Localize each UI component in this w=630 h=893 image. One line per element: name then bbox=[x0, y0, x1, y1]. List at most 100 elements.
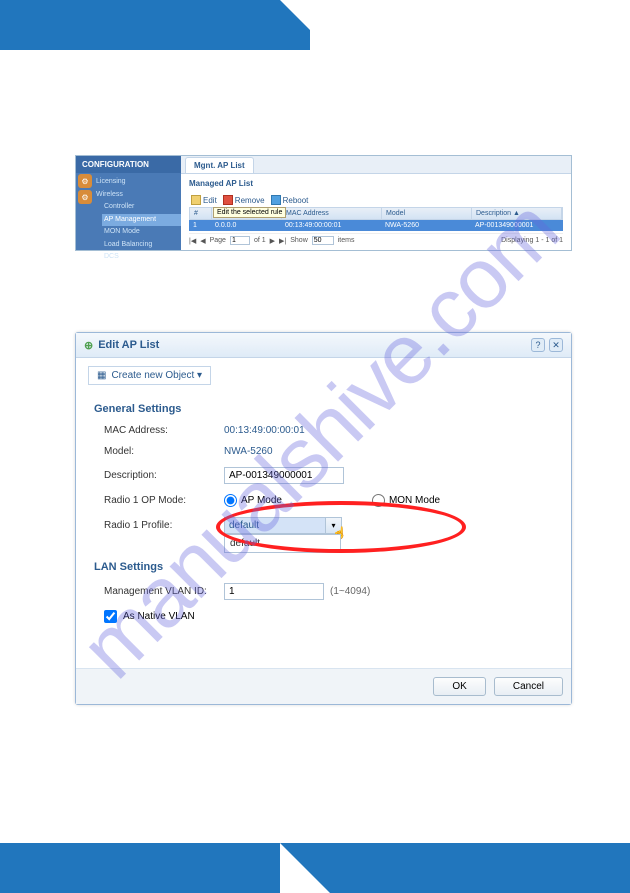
reboot-button[interactable]: Reboot bbox=[271, 195, 309, 205]
row-native-vlan: As Native VLAN bbox=[76, 605, 571, 628]
pager-of: of 1 bbox=[254, 237, 266, 244]
radio-mon-label: MON Mode bbox=[389, 495, 440, 506]
native-vlan-checkbox[interactable] bbox=[104, 610, 117, 623]
row-vlan: Management VLAN ID: (1~4094) bbox=[76, 578, 571, 605]
edit-label: Edit bbox=[203, 196, 217, 205]
dialog-title-left: ⊕ Edit AP List bbox=[84, 339, 159, 352]
cancel-button[interactable]: Cancel bbox=[494, 677, 563, 696]
remove-label: Remove bbox=[235, 196, 265, 205]
dialog-button-bar: OK Cancel bbox=[76, 668, 571, 704]
radio-ap-label: AP Mode bbox=[241, 495, 282, 506]
profile-dropdown-option[interactable]: default bbox=[224, 534, 341, 553]
nav-icon-stack: ⚙ ⚙ bbox=[78, 174, 92, 206]
tab-bar: Mgnt. AP List bbox=[181, 156, 571, 174]
cell-mac: 00:13:49:00:00:01 bbox=[281, 220, 381, 231]
cell-ip: 0.0.0.0 bbox=[211, 220, 281, 231]
vlan-label: Management VLAN ID: bbox=[104, 586, 224, 597]
pager-show-input[interactable] bbox=[312, 236, 334, 245]
radio-mon-mode[interactable]: MON Mode bbox=[372, 494, 440, 507]
cell-desc: AP-001349000001 bbox=[471, 220, 563, 231]
radio-ap-input[interactable] bbox=[224, 494, 237, 507]
nav-item-load-balancing[interactable]: Load Balancing bbox=[102, 239, 181, 252]
dialog-titlebar: ⊕ Edit AP List ? ✕ bbox=[76, 333, 571, 358]
opmode-label: Radio 1 OP Mode: bbox=[104, 495, 224, 506]
pager-next-icon[interactable]: ▶ bbox=[270, 237, 275, 245]
pager-last-icon[interactable]: ▶| bbox=[279, 237, 286, 245]
radio-mon-input[interactable] bbox=[372, 494, 385, 507]
ok-button[interactable]: OK bbox=[433, 677, 485, 696]
desc-label: Description: bbox=[104, 470, 224, 481]
mac-value: 00:13:49:00:00:01 bbox=[224, 425, 305, 436]
cell-num: 1 bbox=[189, 220, 211, 231]
row-opmode: Radio 1 OP Mode: AP Mode MON Mode bbox=[76, 489, 571, 512]
pager-show-label: Show bbox=[290, 237, 308, 244]
nav-item-ap-management[interactable]: AP Management bbox=[102, 214, 181, 227]
config-window: CONFIGURATION ⚙ ⚙ Licensing Wireless Con… bbox=[75, 155, 572, 251]
cell-model: NWA-5260 bbox=[381, 220, 471, 231]
model-value: NWA-5260 bbox=[224, 446, 273, 457]
reboot-label: Reboot bbox=[283, 196, 309, 205]
pager-left: |◀ ◀ Page of 1 ▶ ▶| Show items bbox=[189, 236, 354, 245]
row-model: Model: NWA-5260 bbox=[76, 441, 571, 462]
dialog-title-text: Edit AP List bbox=[98, 339, 159, 351]
edit-ap-list-dialog: ⊕ Edit AP List ? ✕ ▦ Create new Object ▾… bbox=[75, 332, 572, 705]
profile-combo[interactable]: ▾☝ bbox=[224, 517, 342, 534]
nav-title: CONFIGURATION bbox=[76, 156, 181, 173]
nav-item-controller[interactable]: Controller bbox=[102, 201, 181, 214]
nav-icon-2[interactable]: ⚙ bbox=[78, 190, 92, 204]
model-label: Model: bbox=[104, 446, 224, 457]
create-object-label: Create new Object ▾ bbox=[111, 370, 202, 381]
desc-input[interactable] bbox=[224, 467, 344, 484]
vlan-input[interactable] bbox=[224, 583, 324, 600]
remove-button[interactable]: Remove bbox=[223, 195, 265, 205]
pager-page-label: Page bbox=[210, 237, 226, 244]
nav-item-mon-mode[interactable]: MON Mode bbox=[102, 226, 181, 239]
nav-tree: Licensing Wireless Controller AP Managem… bbox=[94, 173, 181, 264]
row-description: Description: bbox=[76, 462, 571, 489]
tab-mgnt-ap-list[interactable]: Mgnt. AP List bbox=[185, 157, 254, 173]
col-model[interactable]: Model bbox=[382, 208, 472, 219]
edit-icon bbox=[191, 195, 201, 205]
nav-item-dcs[interactable]: DCS bbox=[102, 251, 181, 264]
col-num[interactable]: # bbox=[190, 208, 212, 219]
opmode-radio-group: AP Mode MON Mode bbox=[224, 494, 440, 507]
remove-icon bbox=[223, 195, 233, 205]
close-button[interactable]: ✕ bbox=[549, 338, 563, 352]
nav-item-wireless[interactable]: Wireless bbox=[94, 189, 181, 202]
profile-combo-button[interactable]: ▾☝ bbox=[325, 518, 341, 533]
col-desc[interactable]: Description ▲ bbox=[472, 208, 562, 219]
pager: |◀ ◀ Page of 1 ▶ ▶| Show items Displayin… bbox=[189, 233, 563, 245]
mac-label: MAC Address: bbox=[104, 425, 224, 436]
help-button[interactable]: ? bbox=[531, 338, 545, 352]
col-mac[interactable]: MAC Address bbox=[282, 208, 382, 219]
reboot-icon bbox=[271, 195, 281, 205]
create-object-icon: ▦ bbox=[97, 370, 106, 381]
dialog-spacer bbox=[76, 628, 571, 668]
toolbar: Edit Remove Reboot Edit the selected rul… bbox=[181, 193, 571, 207]
edit-tooltip: Edit the selected rule bbox=[213, 207, 286, 218]
grid-row-1[interactable]: 1 0.0.0.0 00:13:49:00:00:01 NWA-5260 AP-… bbox=[189, 220, 563, 231]
create-object-dropdown[interactable]: ▦ Create new Object ▾ bbox=[88, 366, 211, 385]
dialog-title-right: ? ✕ bbox=[531, 338, 563, 352]
pager-display: Displaying 1 - 1 of 1 bbox=[501, 237, 563, 244]
pager-prev-icon[interactable]: ◀ bbox=[200, 237, 205, 245]
bottom-banner-cut bbox=[280, 843, 330, 893]
section-title: Managed AP List bbox=[181, 174, 571, 193]
nav-item-licensing[interactable]: Licensing bbox=[94, 176, 181, 189]
nav-icon-1[interactable]: ⚙ bbox=[78, 174, 92, 188]
top-banner-cut-fill bbox=[310, 0, 630, 50]
edit-button[interactable]: Edit bbox=[191, 195, 217, 205]
pager-page-input[interactable] bbox=[230, 236, 250, 245]
row-profile: Radio 1 Profile: ▾☝ default bbox=[76, 512, 571, 539]
profile-label: Radio 1 Profile: bbox=[104, 520, 224, 531]
row-mac: MAC Address: 00:13:49:00:00:01 bbox=[76, 420, 571, 441]
dialog-title-icon: ⊕ bbox=[84, 339, 93, 352]
profile-combo-input[interactable] bbox=[225, 518, 325, 533]
native-vlan-label: As Native VLAN bbox=[123, 611, 195, 622]
content-pane: Mgnt. AP List Managed AP List Edit Remov… bbox=[181, 156, 571, 250]
radio-ap-mode[interactable]: AP Mode bbox=[224, 494, 282, 507]
vlan-hint: (1~4094) bbox=[330, 586, 370, 597]
pager-items: items bbox=[338, 237, 355, 244]
pager-first-icon[interactable]: |◀ bbox=[189, 237, 196, 245]
general-settings-head: General Settings bbox=[76, 393, 571, 420]
